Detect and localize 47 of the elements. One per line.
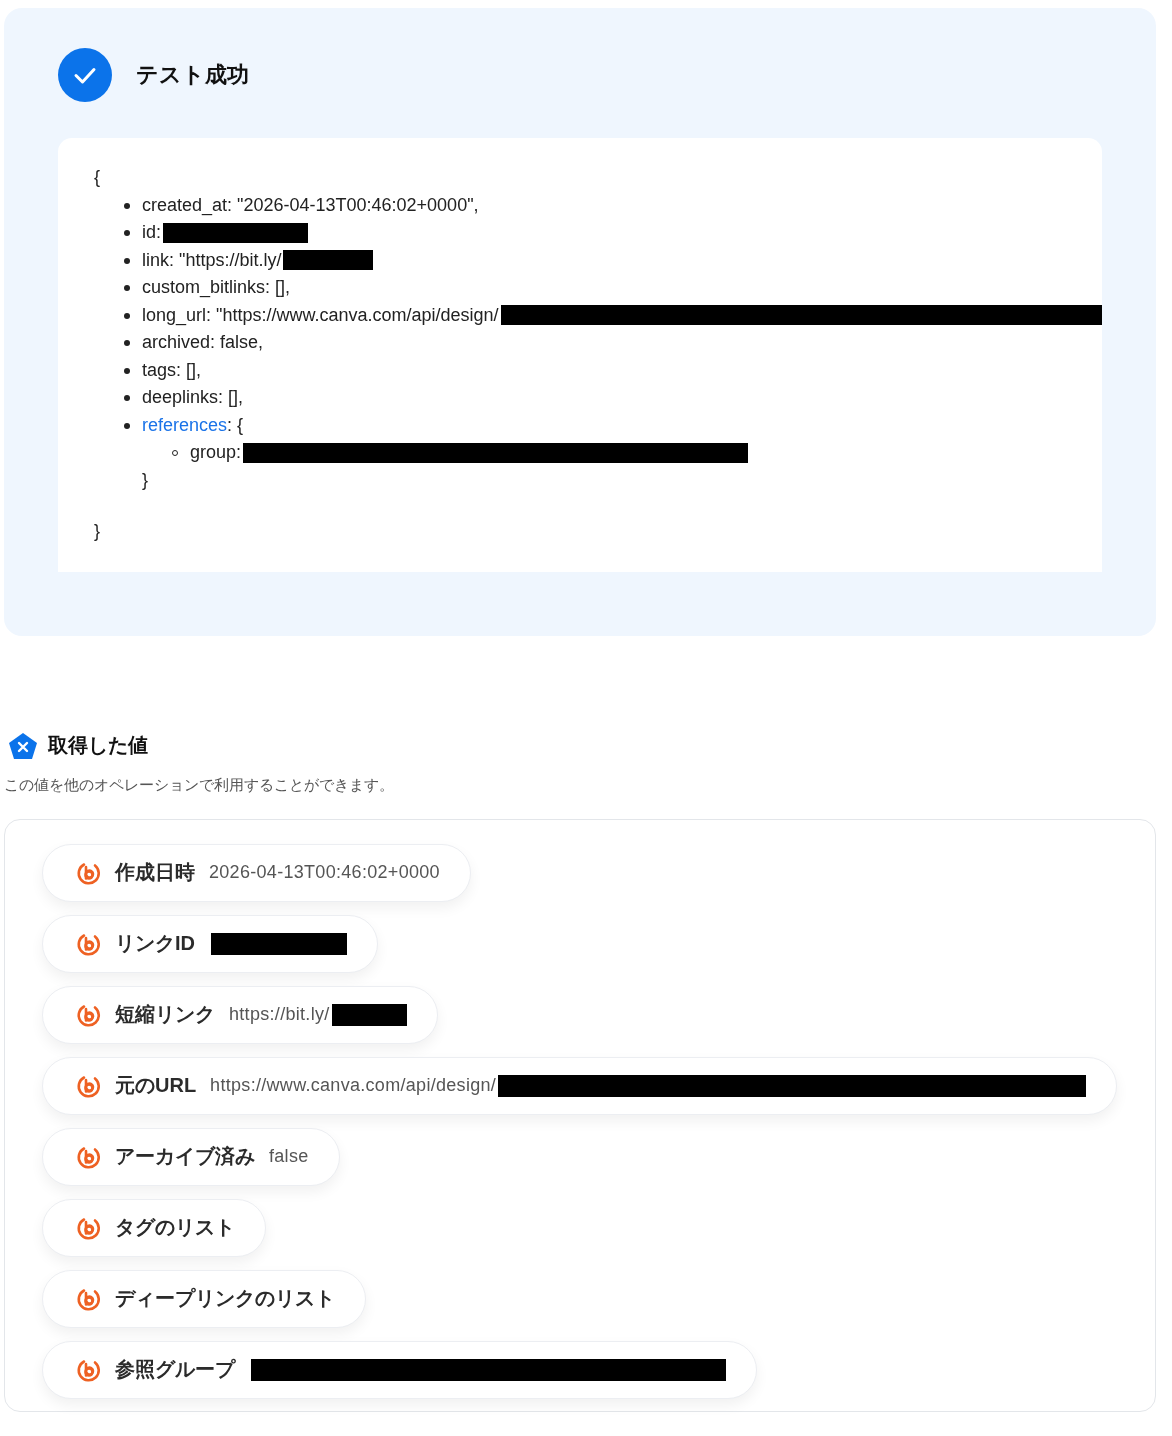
value-chip[interactable]: タグのリスト	[42, 1198, 266, 1257]
json-line: custom_bitlinks: [],	[142, 276, 291, 300]
value-label: ディープリンクのリスト	[115, 1286, 335, 1311]
value-label: 元のURL	[115, 1073, 197, 1098]
json-value: : {	[227, 413, 244, 437]
bullet-icon	[124, 202, 130, 209]
value-chip[interactable]: 短縮リンク https://bit.ly/	[42, 985, 438, 1044]
pentagon-icon	[8, 731, 38, 760]
json-line: long_url: "https://www.canva.com/api/design/	[142, 303, 499, 328]
json-line: archived: false,	[142, 331, 264, 354]
bullet-icon	[124, 422, 130, 429]
bullet-icon	[124, 395, 130, 401]
json-line: group:	[190, 441, 242, 464]
value-chip[interactable]: 参照グループ	[42, 1340, 757, 1399]
bullet-icon	[124, 285, 130, 291]
bullet-icon	[124, 312, 130, 319]
bullet-icon	[124, 230, 130, 236]
json-brace: }	[142, 468, 148, 492]
json-line: deeplinks: [],	[142, 386, 244, 409]
value-chip[interactable]: 作成日時 2026-04-13T00:46:02+0000	[42, 843, 471, 902]
value-label: アーカイブ済み	[115, 1144, 255, 1169]
value-label: 作成日時	[115, 860, 195, 885]
json-line: tags: [],	[142, 358, 202, 382]
result-title: テスト成功	[136, 61, 249, 89]
value-text: https://www.canva.com/api/design/	[210, 1075, 497, 1096]
value-label: リンクID	[115, 931, 195, 956]
value-chip[interactable]: アーカイブ済み false	[42, 1127, 340, 1186]
value-chip[interactable]: 元のURL https://www.canva.com/api/design/	[42, 1056, 1117, 1115]
value-text: https://bit.ly/	[229, 1004, 330, 1025]
json-link[interactable]: references	[142, 411, 228, 439]
json-brace: }	[94, 520, 100, 543]
value-chip[interactable]: ディープリンクのリスト	[42, 1269, 366, 1328]
json-brace: {	[94, 166, 100, 189]
value-text: 2026-04-13T00:46:02+0000	[209, 862, 440, 883]
section-title: 取得した値	[48, 733, 148, 758]
bullet-icon	[124, 367, 130, 374]
value-chip[interactable]: リンクID	[42, 914, 378, 973]
value-text: false	[269, 1146, 309, 1167]
bullet-icon	[124, 340, 130, 346]
json-line: link: "https://bit.ly/	[142, 248, 282, 272]
json-line: id:	[142, 221, 161, 244]
json-line: created_at: "2026-04-13T00:46:02+0000",	[142, 193, 479, 218]
value-label: 短縮リンク	[115, 1002, 215, 1027]
bullet-icon	[124, 257, 130, 264]
value-label: タグのリスト	[115, 1215, 235, 1240]
section-description: この値を他のオペレーションで利用することができます。	[4, 775, 395, 795]
value-label: 参照グループ	[115, 1357, 235, 1382]
